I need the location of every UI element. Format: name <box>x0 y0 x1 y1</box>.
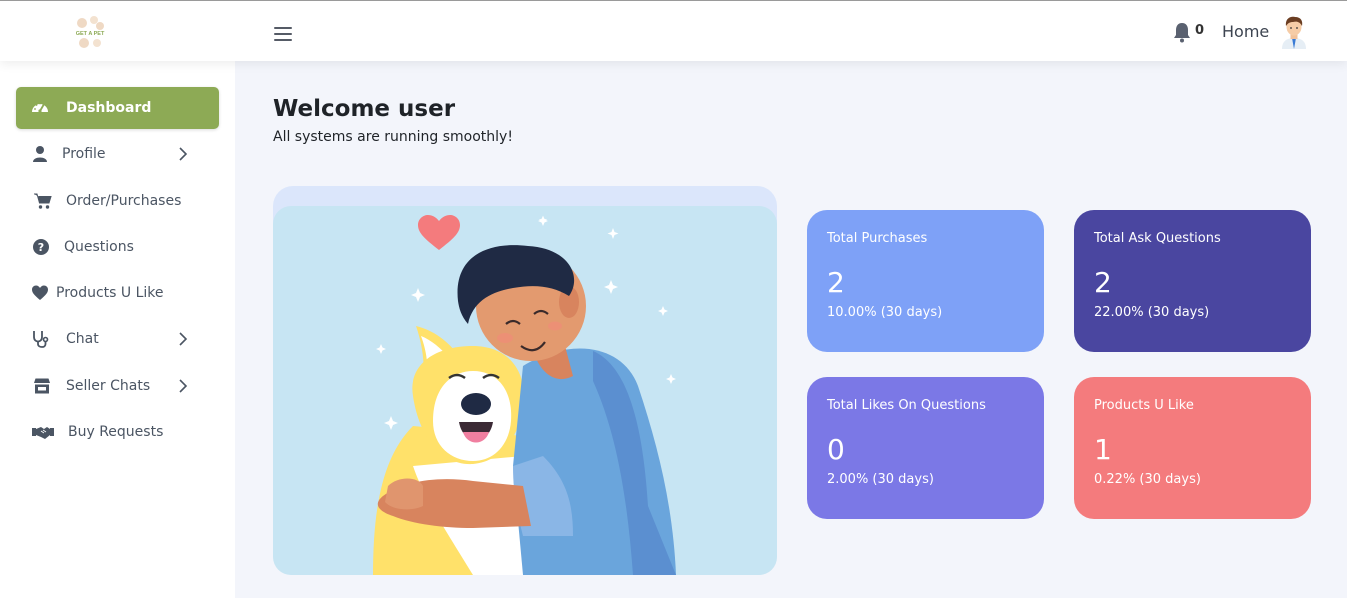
menu-toggle-button[interactable] <box>274 27 292 41</box>
cart-icon <box>34 193 52 209</box>
speedometer-icon <box>32 102 48 113</box>
avatar[interactable] <box>1278 15 1310 49</box>
heart-icon <box>32 285 48 300</box>
sidebar-item-label: Products U Like <box>56 285 164 301</box>
stat-value: 2 <box>827 266 845 299</box>
stat-change: 2.00% (30 days) <box>827 472 934 487</box>
hero-illustration <box>273 206 777 575</box>
stat-title: Total Likes On Questions <box>827 398 986 413</box>
user-icon <box>33 146 47 162</box>
sidebar-item-label: Chat <box>66 331 99 347</box>
sidebar-item-orders[interactable]: Order/Purchases <box>16 180 219 222</box>
stat-card-products-u-like[interactable]: Products U Like 1 0.22% (30 days) <box>1074 377 1311 519</box>
sidebar-item-chat[interactable]: Chat <box>16 318 219 360</box>
stat-value: 1 <box>1094 433 1112 466</box>
sidebar-item-seller-chats[interactable]: Seller Chats <box>16 365 219 407</box>
sidebar-item-label: Order/Purchases <box>66 193 182 209</box>
home-link[interactable]: Home <box>1222 22 1269 41</box>
sidebar-item-label: Questions <box>64 239 134 255</box>
chevron-right-icon <box>179 332 188 346</box>
stethoscope-icon <box>33 331 49 348</box>
chevron-right-icon <box>179 379 188 393</box>
stat-change: 0.22% (30 days) <box>1094 472 1201 487</box>
bell-icon[interactable] <box>1171 21 1193 43</box>
sidebar-item-label: Seller Chats <box>66 378 151 394</box>
handshake-icon <box>32 427 54 439</box>
stat-title: Total Ask Questions <box>1094 231 1221 246</box>
stat-card-total-ask-questions[interactable]: Total Ask Questions 2 22.00% (30 days) <box>1074 210 1311 352</box>
sidebar-item-label: Buy Requests <box>68 424 164 440</box>
stat-title: Total Purchases <box>827 231 928 246</box>
sidebar-item-dashboard[interactable]: Dashboard <box>16 87 219 129</box>
sidebar-item-profile[interactable]: Profile <box>16 133 219 175</box>
stat-change: 10.00% (30 days) <box>827 305 943 320</box>
sidebar-item-label: Profile <box>62 146 106 162</box>
stat-card-total-purchases[interactable]: Total Purchases 2 10.00% (30 days) <box>807 210 1044 352</box>
logo-text: GET A PET <box>76 31 105 37</box>
stat-value: 0 <box>827 433 845 466</box>
sidebar-item-questions[interactable]: ? Questions <box>16 226 219 268</box>
question-circle-icon: ? <box>33 239 49 255</box>
stat-card-total-likes-on-questions[interactable]: Total Likes On Questions 0 2.00% (30 day… <box>807 377 1044 519</box>
chevron-right-icon <box>179 147 188 161</box>
svg-text:?: ? <box>38 241 44 254</box>
sidebar-item-products-liked[interactable]: Products U Like <box>16 272 219 314</box>
sidebar-item-buy-requests[interactable]: Buy Requests <box>16 411 219 453</box>
stat-value: 2 <box>1094 266 1112 299</box>
logo[interactable]: GET A PET <box>72 15 108 49</box>
sidebar: Dashboard Profile Order/Purchases ? Ques… <box>0 61 235 598</box>
notification-count: 0 <box>1195 23 1205 38</box>
sidebar-item-label: Dashboard <box>66 100 152 116</box>
stat-title: Products U Like <box>1094 398 1194 413</box>
page-title: Welcome user <box>273 96 456 122</box>
store-icon <box>34 378 50 394</box>
top-navbar: GET A PET 0 Home <box>0 0 1347 61</box>
stat-change: 22.00% (30 days) <box>1094 305 1210 320</box>
page-subtitle: All systems are running smoothly! <box>273 129 513 145</box>
